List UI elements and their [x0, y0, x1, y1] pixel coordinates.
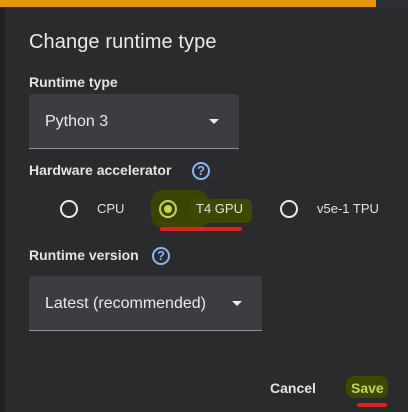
radio-t4-gpu[interactable]: T4 GPU	[159, 197, 259, 221]
runtime-version-label: Runtime version	[29, 247, 139, 263]
accelerator-options: CPU T4 GPU v5e-1 TPU	[0, 197, 408, 227]
help-icon[interactable]: ?	[152, 247, 170, 265]
change-runtime-dialog: Change runtime type Runtime type Python …	[0, 0, 408, 412]
runtime-version-select[interactable]: Latest (recommended)	[29, 276, 262, 331]
radio-circle-checked-icon	[159, 200, 177, 218]
radio-label-cpu: CPU	[97, 201, 125, 216]
hardware-accelerator-label: Hardware accelerator	[29, 162, 172, 178]
radio-circle-unchecked-icon	[60, 200, 78, 218]
annotation-underline	[357, 403, 387, 407]
cancel-button[interactable]: Cancel	[270, 380, 316, 396]
runtime-type-value: Python 3	[45, 113, 109, 130]
runtime-version-value: Latest (recommended)	[45, 295, 206, 312]
radio-label-t4-gpu: T4 GPU	[196, 201, 243, 216]
top-accent-tail	[376, 0, 408, 7]
annotation-underline	[160, 227, 242, 231]
radio-circle-unchecked-icon	[280, 200, 298, 218]
radio-dot-icon	[164, 205, 172, 213]
save-button-label: Save	[351, 380, 384, 396]
save-button[interactable]: Save	[346, 376, 388, 398]
runtime-type-select[interactable]: Python 3	[29, 94, 239, 149]
radio-label-v5e-tpu: v5e-1 TPU	[317, 201, 379, 216]
radio-cpu[interactable]: CPU	[60, 197, 130, 221]
runtime-type-label: Runtime type	[29, 74, 118, 90]
help-icon[interactable]: ?	[192, 162, 210, 180]
dialog-title: Change runtime type	[29, 31, 217, 53]
chevron-down-icon	[232, 301, 242, 306]
chevron-down-icon	[209, 119, 219, 124]
radio-v5e-tpu[interactable]: v5e-1 TPU	[280, 197, 390, 221]
top-accent-bar	[0, 0, 408, 7]
